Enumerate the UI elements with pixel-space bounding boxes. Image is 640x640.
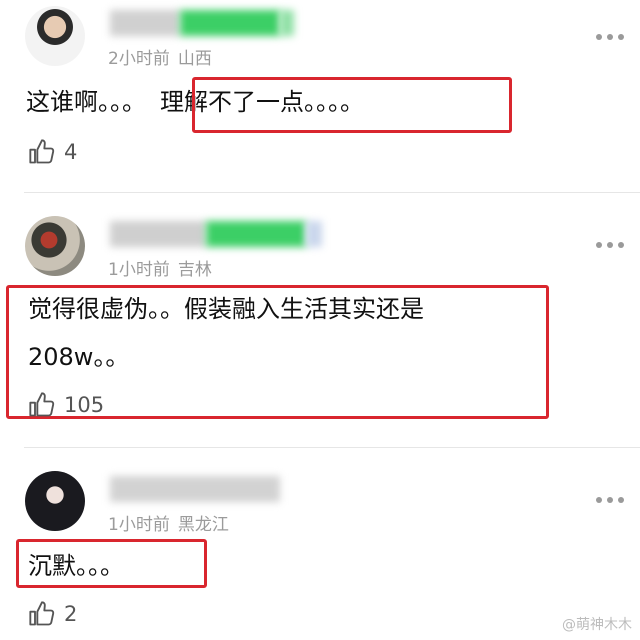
comment-text-plain: 这谁啊。。。 (26, 88, 146, 116)
username-blurred[interactable] (110, 476, 280, 502)
thumbs-up-icon (29, 601, 55, 626)
more-dots-icon[interactable] (596, 241, 624, 249)
comment-location: 山西 (177, 49, 212, 69)
comment-item: 2小时前 山西 这谁啊。。。 理解不了一点。。。。 4 (0, 0, 640, 192)
avatar[interactable] (25, 6, 85, 66)
more-dots-icon[interactable] (596, 33, 624, 41)
like-count: 4 (64, 140, 78, 164)
thumbs-up-icon (29, 139, 55, 164)
comment-time: 1小时前 (108, 260, 170, 280)
comment-location: 黑龙江 (177, 515, 229, 535)
like-count: 105 (64, 393, 105, 417)
comment-location: 吉林 (177, 260, 212, 280)
like-button[interactable]: 4 (28, 138, 77, 166)
avatar[interactable] (25, 216, 85, 276)
like-button[interactable]: 105 (28, 391, 104, 419)
comment-time: 2小时前 (108, 49, 170, 69)
avatar[interactable] (25, 471, 85, 531)
comment-meta: 2小时前 山西 (108, 44, 212, 69)
like-button[interactable]: 2 (28, 600, 77, 628)
comment-item: 1小时前 黑龙江 沉默。。。 2 (0, 448, 640, 640)
comment-time: 1小时前 (108, 515, 170, 535)
highlight-box (16, 539, 207, 588)
username-blurred[interactable] (110, 10, 294, 36)
comment-meta: 1小时前 吉林 (108, 255, 212, 280)
thumbs-up-icon (29, 392, 55, 417)
watermark: @萌神木木 (562, 617, 632, 633)
highlight-box (192, 77, 512, 133)
comment-item: 1小时前 吉林 觉得很虚伪。。假装融入生活其实还是 208w。。 105 (0, 193, 640, 447)
username-blurred[interactable] (110, 221, 322, 247)
more-dots-icon[interactable] (596, 496, 624, 504)
comment-meta: 1小时前 黑龙江 (108, 510, 229, 535)
like-count: 2 (64, 602, 78, 626)
